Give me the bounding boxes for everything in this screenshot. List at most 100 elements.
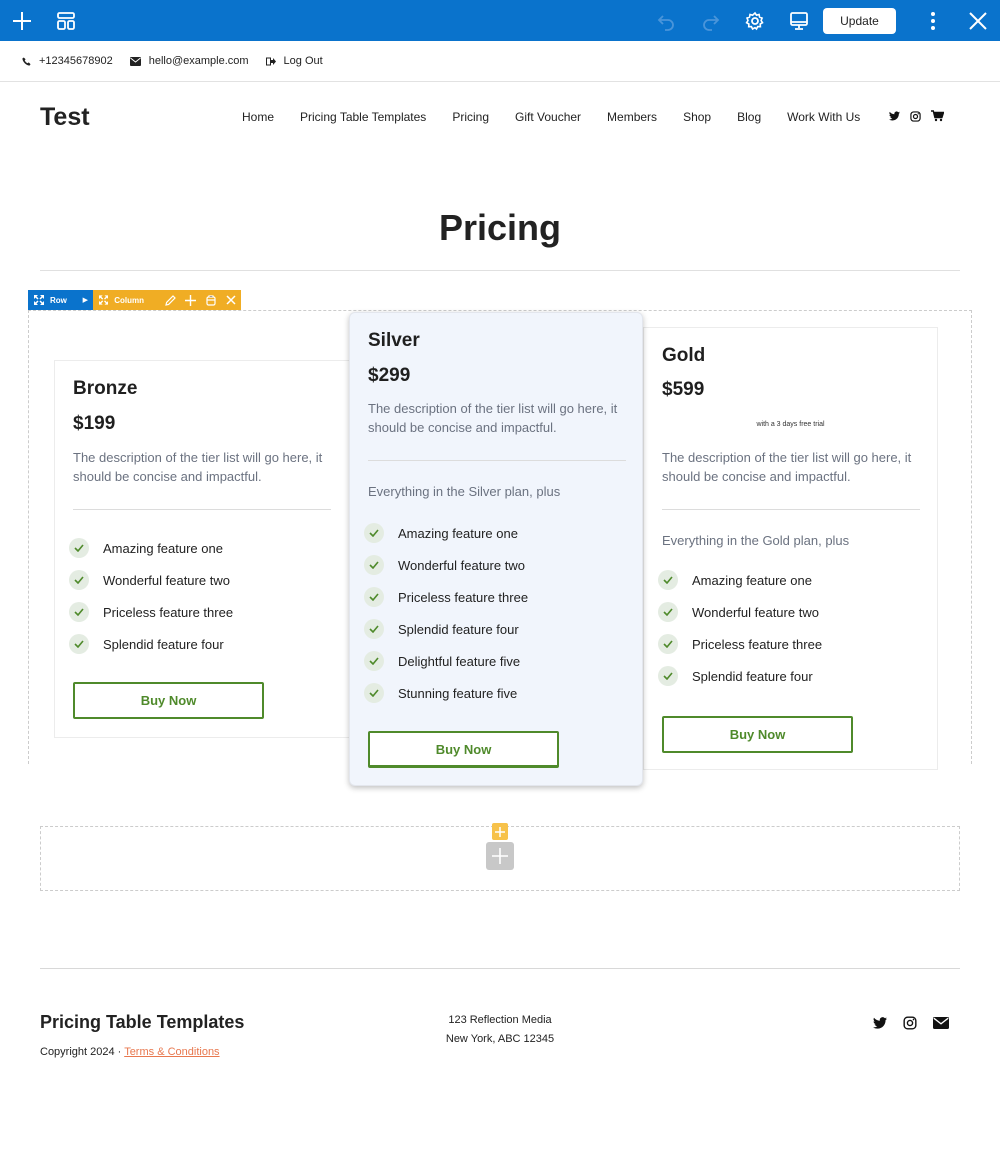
pricing-card-silver: Silver $299 The description of the tier … [349, 312, 643, 786]
plan-price: $299 [368, 365, 411, 386]
feature-item: Wonderful feature two [364, 549, 528, 581]
check-icon [658, 634, 678, 654]
add-block-button[interactable] [486, 842, 514, 870]
feature-item: Priceless feature three [69, 596, 233, 628]
plus-icon [495, 826, 505, 837]
logout-link[interactable]: Log Out [265, 55, 323, 67]
phone-link[interactable]: +12345678902 [22, 55, 113, 67]
footer-title: Pricing Table Templates [40, 1012, 245, 1032]
check-icon [364, 587, 384, 607]
email-address: hello@example.com [148, 55, 249, 67]
title-divider [40, 270, 960, 271]
feature-text: Delightful feature five [398, 653, 521, 669]
settings-icon[interactable] [744, 0, 766, 41]
check-icon [658, 602, 678, 622]
pricing-card-bronze: Bronze $199 The description of the tier … [54, 360, 350, 738]
feature-text: Amazing feature one [103, 540, 223, 556]
plan-price: $199 [73, 413, 116, 434]
footer-address: 123 Reflection Media New York, ABC 12345 [400, 1011, 600, 1049]
plan-name: Gold [662, 345, 706, 366]
feature-item: Priceless feature three [364, 581, 528, 613]
twitter-icon[interactable] [873, 1017, 887, 1029]
instagram-icon[interactable] [903, 1016, 917, 1030]
move-icon [34, 295, 44, 305]
add-section-button[interactable] [492, 823, 508, 840]
email-link[interactable]: hello@example.com [129, 55, 249, 67]
nav-item-shop[interactable]: Shop [683, 110, 711, 124]
undo-icon[interactable] [655, 0, 677, 41]
feature-text: Splendid feature four [103, 636, 224, 652]
terms-link[interactable]: Terms & Conditions [124, 1046, 219, 1058]
nav-item-work-with-us[interactable]: Work With Us [787, 110, 860, 124]
logout-icon [265, 57, 276, 65]
feature-item: Splendid feature four [658, 660, 822, 692]
buy-now-button[interactable]: Buy Now [73, 682, 264, 719]
contact-bar: +12345678902 hello@example.com Log Out [0, 41, 1000, 82]
add-icon[interactable] [180, 294, 200, 306]
feature-item: Amazing feature one [658, 564, 822, 596]
duplicate-icon[interactable] [200, 294, 220, 306]
plan-name: Bronze [73, 378, 138, 399]
feature-item: Priceless feature three [658, 628, 822, 660]
nav-item-blog[interactable]: Blog [737, 110, 761, 124]
phone-icon [22, 56, 31, 66]
update-button[interactable]: Update [823, 8, 896, 34]
feature-item: Splendid feature four [364, 613, 528, 645]
feature-item: Stunning feature five [364, 677, 528, 709]
delete-icon[interactable] [221, 295, 241, 305]
check-icon [364, 555, 384, 575]
feature-text: Amazing feature one [398, 525, 518, 541]
pencil-icon[interactable] [160, 294, 180, 306]
feature-text: Priceless feature three [398, 589, 529, 605]
redo-icon[interactable] [700, 0, 722, 41]
pricing-card-gold: Gold $599 with a 3 days free trial The d… [643, 327, 938, 770]
column-label[interactable]: Column [114, 296, 144, 305]
row-handle[interactable]: Row ▶ [28, 290, 93, 310]
feature-item: Wonderful feature two [658, 596, 822, 628]
cart-icon[interactable] [931, 110, 944, 122]
check-icon [69, 570, 89, 590]
buy-now-button[interactable]: Buy Now [662, 716, 853, 753]
nav-item-pricing[interactable]: Pricing [452, 110, 489, 124]
more-vertical-icon[interactable] [924, 0, 942, 41]
buy-now-button[interactable]: Buy Now [368, 731, 559, 768]
nav-item-members[interactable]: Members [607, 110, 657, 124]
instagram-icon[interactable] [910, 110, 921, 122]
card-divider [368, 460, 626, 461]
twitter-icon[interactable] [889, 111, 900, 121]
desktop-preview-icon[interactable] [788, 0, 810, 41]
footer-social-icons [873, 1016, 965, 1030]
feature-text: Splendid feature four [398, 621, 519, 637]
plan-price: $599 [662, 379, 705, 400]
layout-icon[interactable] [55, 0, 77, 41]
address-line-1: 123 Reflection Media [448, 1014, 552, 1026]
check-icon [69, 538, 89, 558]
email-icon[interactable] [933, 1017, 949, 1029]
check-icon [364, 651, 384, 671]
check-icon [69, 634, 89, 654]
column-handle: Column [93, 290, 241, 310]
plan-description: The description of the tier list will go… [368, 401, 618, 435]
card-divider [73, 509, 331, 510]
feature-item: Amazing feature one [364, 517, 528, 549]
check-icon [364, 523, 384, 543]
site-title[interactable]: Test [40, 103, 90, 132]
check-icon [364, 619, 384, 639]
feature-text: Wonderful feature two [692, 604, 819, 620]
header-icons [889, 110, 954, 122]
feature-text: Wonderful feature two [103, 572, 230, 588]
feature-text: Priceless feature three [103, 604, 234, 620]
nav-item-pricing-table-templates[interactable]: Pricing Table Templates [300, 110, 426, 124]
address-line-2: New York, ABC 12345 [445, 1033, 555, 1045]
feature-list: Amazing feature one Wonderful feature tw… [364, 517, 528, 709]
editor-toolbar: Update [0, 0, 1000, 41]
close-icon[interactable] [966, 0, 990, 41]
nav-item-home[interactable]: Home [242, 110, 274, 124]
plus-icon[interactable] [10, 0, 34, 41]
feature-item: Amazing feature one [69, 532, 233, 564]
plus-icon [492, 848, 508, 864]
feature-text: Stunning feature five [398, 685, 518, 701]
nav-item-gift-voucher[interactable]: Gift Voucher [515, 110, 581, 124]
footer-copyright: Copyright 2024 · Terms & Conditions [40, 1046, 220, 1058]
caret-right-icon[interactable]: ▶ [83, 296, 88, 304]
